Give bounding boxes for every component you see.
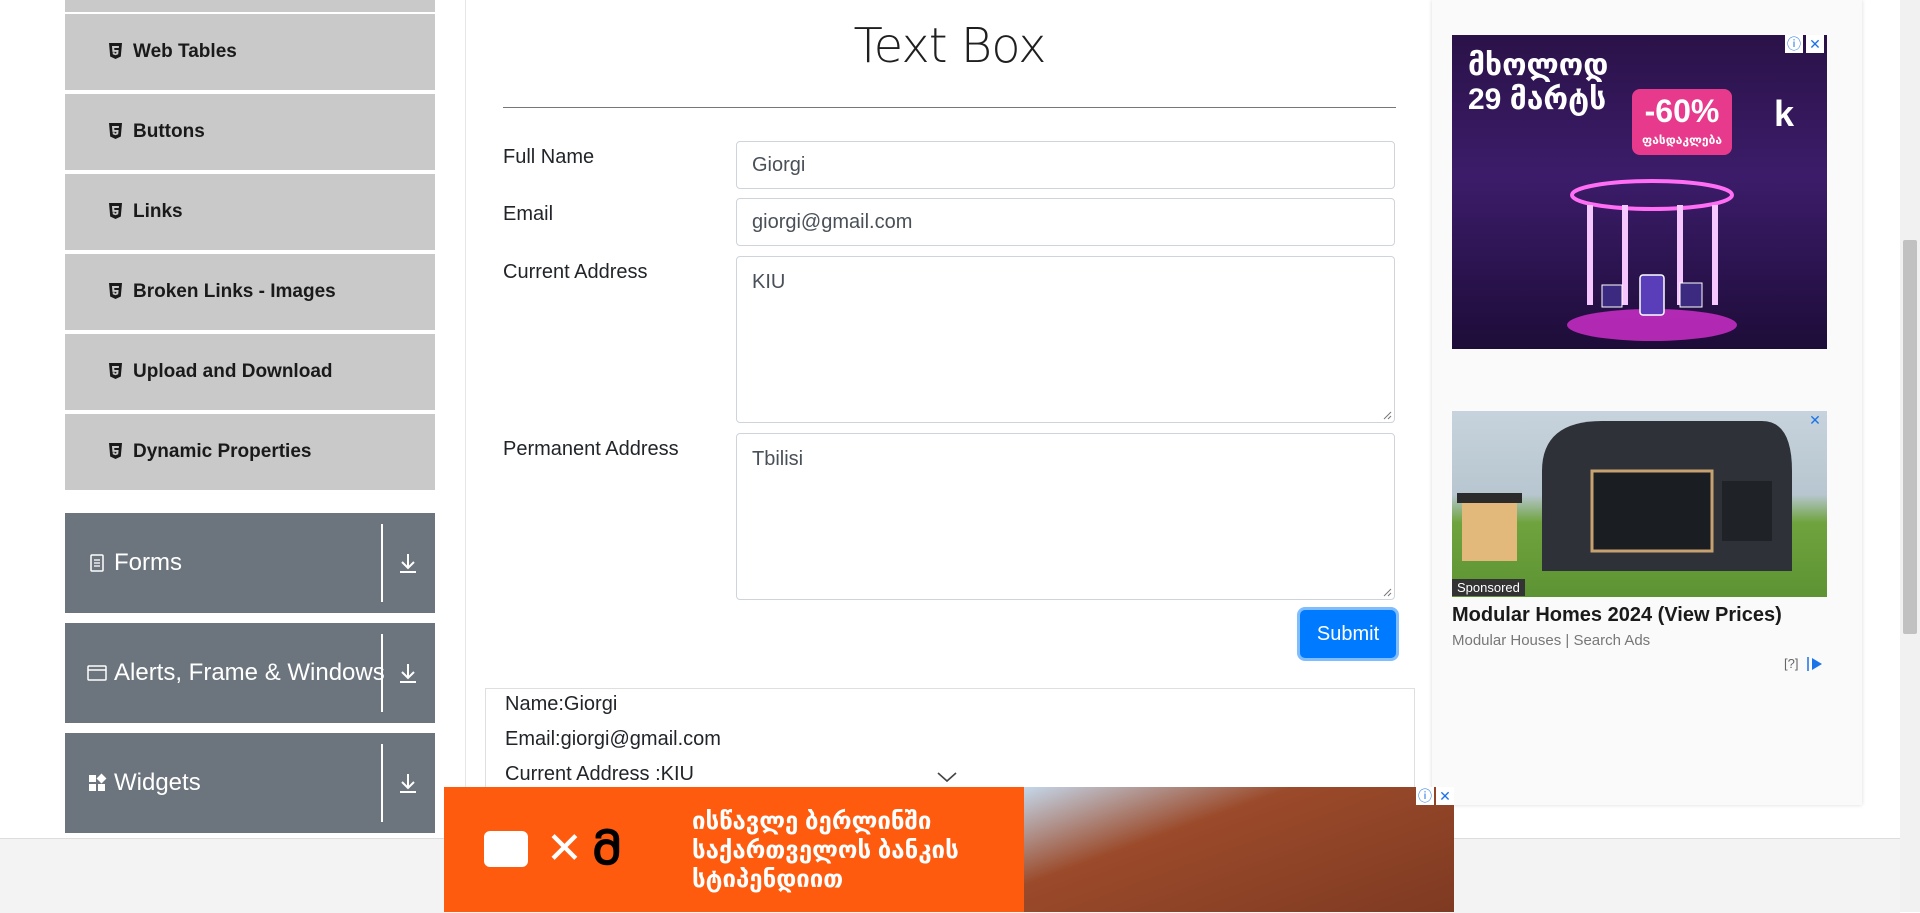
- output-email: Email:giorgi@gmail.com: [505, 728, 721, 750]
- output-name: Name:Giorgi: [505, 693, 618, 715]
- house-illustration: [1542, 421, 1792, 571]
- cross-glyph: ✕: [546, 824, 583, 873]
- sidebar-group-alerts[interactable]: Alerts, Frame & Windows: [65, 623, 435, 723]
- permanent-address-label: Permanent Address: [503, 438, 679, 460]
- ad-title-link[interactable]: Modular Homes 2024 (View Prices): [1452, 604, 1782, 627]
- resize-grip-icon[interactable]: [1382, 587, 1392, 597]
- full-name-input[interactable]: [736, 141, 1395, 189]
- sidebar-group-forms[interactable]: Forms: [65, 513, 435, 613]
- sidebar-group-label: Forms: [114, 549, 182, 576]
- widgets-icon: [89, 773, 107, 791]
- page-title: Text Box: [853, 18, 1046, 74]
- window-icon: [87, 665, 107, 681]
- ad-info-icon[interactable]: ⓘ: [1416, 787, 1434, 805]
- ad-banner-appliances[interactable]: მხოლოდ 29 მარტს -60% ფასდაკლება k: [1452, 35, 1827, 349]
- ad-close-icon[interactable]: ✕: [1436, 787, 1454, 805]
- ad-close-icon[interactable]: ✕: [1806, 411, 1824, 429]
- sidebar-item-previous[interactable]: [65, 0, 435, 14]
- current-address-textarea[interactable]: KIU: [736, 256, 1395, 423]
- html5-icon: [109, 443, 122, 459]
- sidebar-group-label: Widgets: [114, 769, 201, 796]
- sponsored-badge: Sponsored: [1452, 579, 1525, 596]
- output-current-address: Current Address :KIU: [505, 763, 694, 785]
- sidebar-item-upload-download[interactable]: Upload and Download: [65, 334, 435, 412]
- ad-headline: მხოლოდ 29 მარტს: [1468, 49, 1609, 116]
- email-input[interactable]: [736, 198, 1395, 246]
- page: Web Tables Buttons Links Broken Links - …: [0, 0, 1900, 913]
- adchoices-icon[interactable]: [1806, 656, 1824, 672]
- bank-logo: [484, 831, 528, 867]
- ad-help-link[interactable]: [?]: [1784, 656, 1798, 671]
- ad-modular-homes-image[interactable]: [1452, 411, 1827, 597]
- html5-icon: [109, 283, 122, 299]
- email-label: Email: [503, 203, 554, 225]
- sidebar-item-label: Links: [133, 201, 183, 222]
- stage-illustration: [1567, 179, 1737, 341]
- small-house-illustration: [1457, 493, 1522, 561]
- html5-icon: [109, 123, 122, 139]
- submit-button[interactable]: Submit: [1300, 610, 1396, 658]
- ad-headline: ისწავლე ბერლინში საქართველოს ბანკის სტიპ…: [692, 808, 959, 893]
- html5-icon: [109, 203, 122, 219]
- group-divider: [381, 744, 383, 822]
- sidebar-item-broken-links[interactable]: Broken Links - Images: [65, 254, 435, 332]
- permanent-address-textarea[interactable]: Tbilisi: [736, 433, 1395, 600]
- sidebar-item-web-tables[interactable]: Web Tables: [65, 14, 435, 92]
- ad-photo: [1024, 787, 1454, 912]
- ad-info-icon[interactable]: ⓘ: [1785, 35, 1803, 53]
- ad-source[interactable]: Modular Houses | Search Ads: [1452, 632, 1650, 649]
- group-divider: [381, 634, 383, 712]
- resize-grip-icon[interactable]: [1382, 410, 1392, 420]
- sidebar-item-buttons[interactable]: Buttons: [65, 94, 435, 172]
- group-divider: [381, 524, 383, 602]
- sidebar-item-label: Broken Links - Images: [133, 281, 336, 302]
- scrollbar-thumb[interactable]: [1903, 240, 1917, 634]
- sidebar-item-label: Dynamic Properties: [133, 441, 312, 462]
- sidebar: Web Tables Buttons Links Broken Links - …: [38, 0, 466, 838]
- sidebar-item-links[interactable]: Links: [65, 174, 435, 252]
- ad-banner-bank-scholarship[interactable]: ✕ Მ ისწავლე ბერლინში საქართველოს ბანკის …: [444, 787, 1454, 912]
- discount-badge: -60% ფასდაკლება: [1632, 89, 1732, 155]
- download-arrow-icon[interactable]: [397, 661, 419, 685]
- full-name-label: Full Name: [503, 146, 595, 168]
- current-address-label: Current Address: [503, 261, 648, 283]
- sidebar-item-dynamic-properties[interactable]: Dynamic Properties: [65, 414, 435, 492]
- title-divider: [503, 107, 1396, 108]
- ad-close-icon[interactable]: ✕: [1806, 35, 1824, 53]
- download-arrow-icon[interactable]: [397, 551, 419, 575]
- html5-icon: [109, 43, 122, 59]
- sidebar-item-label: Buttons: [133, 121, 205, 142]
- chevron-down-icon[interactable]: [936, 770, 958, 784]
- sidebar-group-widgets[interactable]: Widgets: [65, 733, 435, 833]
- brand-logo: k: [1774, 93, 1795, 134]
- html5-icon: [109, 363, 122, 379]
- document-icon: [90, 554, 104, 572]
- download-arrow-icon[interactable]: [397, 771, 419, 795]
- sidebar-item-label: Upload and Download: [133, 361, 333, 382]
- sidebar-group-label: Alerts, Frame & Windows: [114, 659, 385, 686]
- sidebar-item-label: Web Tables: [133, 41, 237, 62]
- partner-logo: Მ: [592, 822, 623, 875]
